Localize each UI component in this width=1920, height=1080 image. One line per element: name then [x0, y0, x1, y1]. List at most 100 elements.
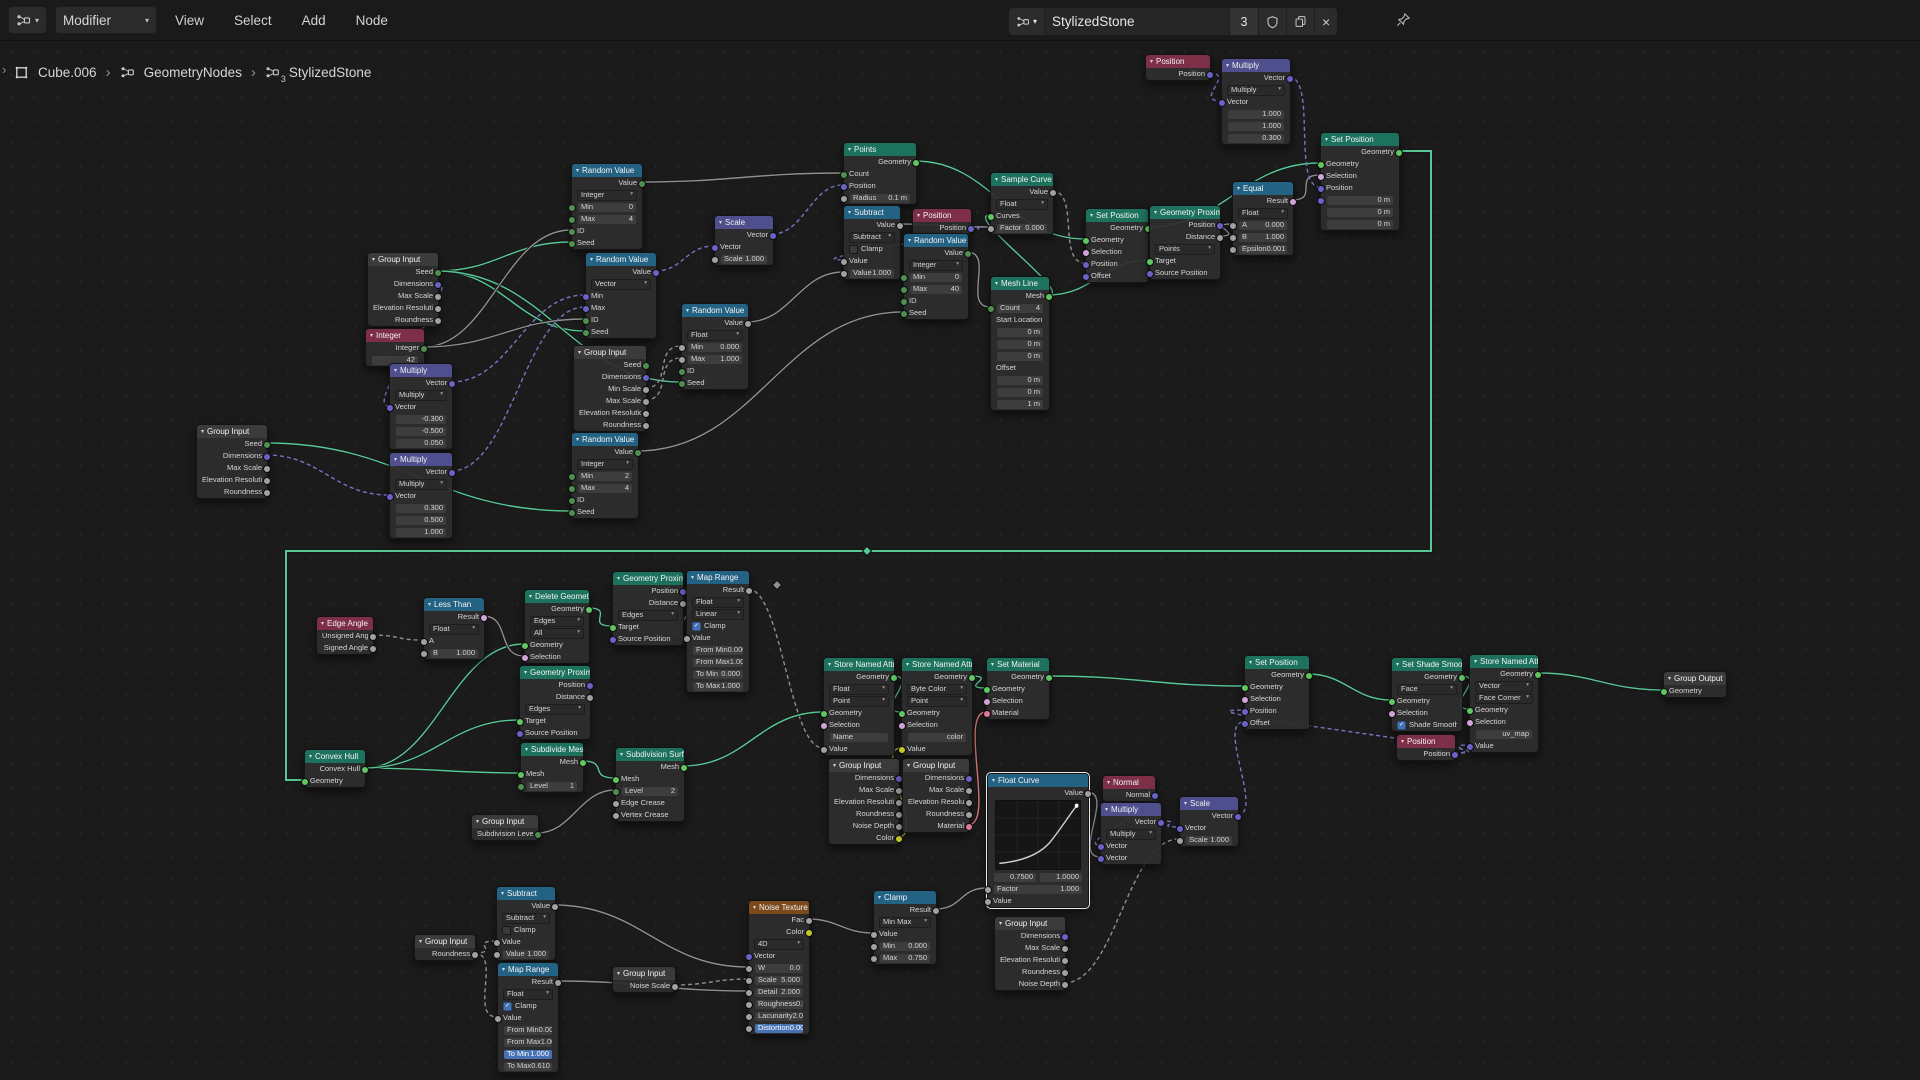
- node-header[interactable]: ▾Scale: [715, 216, 773, 229]
- input-socket[interactable]: [1097, 855, 1105, 863]
- output-socket[interactable]: [448, 469, 456, 477]
- dropdown[interactable]: Multiply▾: [1222, 84, 1290, 96]
- output-socket[interactable]: [642, 386, 650, 394]
- node-header[interactable]: ▾Points: [844, 143, 916, 156]
- input-socket[interactable]: [745, 1001, 753, 1009]
- input-socket[interactable]: [386, 404, 394, 412]
- value-field[interactable]: To Min0.000: [687, 668, 749, 680]
- value-field[interactable]: 0 m: [1321, 194, 1399, 206]
- collapse-icon[interactable]: ▾: [1474, 659, 1477, 665]
- node-header[interactable]: ▾Multiply: [1222, 59, 1290, 72]
- input-socket[interactable]: [1229, 222, 1237, 230]
- node-header[interactable]: ▾Group Input: [368, 253, 438, 266]
- node-header[interactable]: ▾Position: [913, 209, 971, 222]
- collapse-icon[interactable]: ▾: [1401, 739, 1404, 745]
- dropdown[interactable]: Float▾: [424, 623, 484, 635]
- input-socket[interactable]: [987, 225, 995, 233]
- node-rv1[interactable]: ▾Random ValueValueInteger▾Min0Max4IDSeed: [571, 163, 643, 250]
- value-field[interactable]: Max4: [572, 482, 638, 494]
- users-count-button[interactable]: 3: [1230, 8, 1259, 35]
- output-socket[interactable]: [263, 441, 271, 449]
- dropdown[interactable]: Linear▾: [687, 608, 749, 620]
- checkbox[interactable]: Clamp: [844, 243, 900, 255]
- value-field[interactable]: 1.000: [1222, 108, 1290, 120]
- value-field[interactable]: Lacunarity2.000: [749, 1010, 809, 1022]
- node-ss1[interactable]: ▾Subdivision SurfaceMeshMeshLevel2Edge C…: [615, 747, 685, 822]
- output-socket[interactable]: [263, 477, 271, 485]
- input-socket[interactable]: [1176, 825, 1184, 833]
- input-socket[interactable]: [568, 485, 576, 493]
- collapse-icon[interactable]: ▾: [1325, 137, 1328, 143]
- output-socket[interactable]: [554, 979, 562, 987]
- output-socket[interactable]: [967, 225, 975, 233]
- input-socket[interactable]: [840, 195, 848, 203]
- node-gi8[interactable]: ▾Group InputRoundness: [414, 934, 476, 961]
- collapse-icon[interactable]: ▾: [995, 177, 998, 183]
- value-field[interactable]: 0.300: [1222, 132, 1290, 144]
- node-header[interactable]: ▾Set Position: [1086, 209, 1148, 222]
- output-socket[interactable]: [642, 362, 650, 370]
- collapse-icon[interactable]: ▾: [617, 576, 620, 582]
- value-field[interactable]: From Min0.000: [687, 644, 749, 656]
- output-socket[interactable]: [964, 250, 972, 258]
- collapse-icon[interactable]: ▾: [476, 819, 479, 825]
- node-gi4[interactable]: ▾Group InputSubdivision Level: [471, 814, 539, 841]
- collapse-icon[interactable]: ▾: [848, 147, 851, 153]
- input-socket[interactable]: [678, 368, 686, 376]
- input-socket[interactable]: [840, 183, 848, 191]
- output-socket[interactable]: [968, 674, 976, 682]
- node-sp3[interactable]: ▾Set PositionGeometryGeometrySelectionPo…: [1244, 655, 1310, 730]
- node-header[interactable]: ▾Clamp: [874, 891, 936, 904]
- input-socket[interactable]: [987, 213, 995, 221]
- node-m2[interactable]: ▾MultiplyVectorMultiply▾Vector-0.300-0.5…: [389, 363, 453, 450]
- dropdown[interactable]: Min Max▾: [874, 916, 936, 928]
- output-socket[interactable]: [1216, 234, 1224, 242]
- input-socket[interactable]: [1176, 837, 1184, 845]
- dropdown[interactable]: Multiply▾: [1101, 828, 1161, 840]
- node-smat[interactable]: ▾Set MaterialGeometryGeometrySelectionMa…: [986, 657, 1050, 720]
- node-sn2[interactable]: ▾Store Named AttributeGeometryByte Color…: [901, 657, 973, 756]
- value-field[interactable]: Scale1.000: [715, 253, 773, 265]
- input-socket[interactable]: [1466, 743, 1474, 751]
- collapse-icon[interactable]: ▾: [1090, 213, 1093, 219]
- pin-button[interactable]: [1396, 12, 1411, 27]
- menu-select[interactable]: Select: [234, 13, 272, 28]
- output-socket[interactable]: [585, 606, 593, 614]
- value-field[interactable]: 0 m: [991, 326, 1049, 338]
- output-socket[interactable]: [434, 305, 442, 313]
- collapse-icon[interactable]: ▾: [419, 939, 422, 945]
- input-socket[interactable]: [1097, 843, 1105, 851]
- node-header[interactable]: ▾Store Named Attribute: [902, 658, 972, 671]
- tree-name-field[interactable]: StylizedStone: [1045, 8, 1230, 35]
- node-rv3[interactable]: ▾Random ValueValueFloat▾Min0.000Max1.000…: [681, 303, 749, 390]
- value-field[interactable]: Roughness0.500: [749, 998, 809, 1010]
- output-socket[interactable]: [586, 682, 594, 690]
- collapse-icon[interactable]: ▾: [309, 754, 312, 760]
- node-p1[interactable]: ▾PositionPosition: [1145, 54, 1211, 81]
- output-socket[interactable]: [744, 320, 752, 328]
- input-socket[interactable]: [609, 636, 617, 644]
- node-header[interactable]: ▾Set Shade Smooth: [1392, 658, 1462, 671]
- node-header[interactable]: ▾Random Value: [586, 253, 656, 266]
- output-socket[interactable]: [263, 489, 271, 497]
- collapse-icon[interactable]: ▾: [992, 778, 995, 784]
- value-field[interactable]: Min2: [572, 470, 638, 482]
- input-socket[interactable]: [517, 783, 525, 791]
- checkbox[interactable]: ✓Clamp: [498, 1000, 558, 1012]
- collapse-icon[interactable]: ▾: [370, 333, 373, 339]
- point-coords[interactable]: 0.75001.0000: [988, 871, 1088, 883]
- collapse-icon[interactable]: ▾: [394, 368, 397, 374]
- output-socket[interactable]: [671, 983, 679, 991]
- value-field[interactable]: Detail2.000: [749, 986, 809, 998]
- input-socket[interactable]: [301, 778, 309, 786]
- input-socket[interactable]: [1317, 185, 1325, 193]
- dropdown[interactable]: Integer▾: [572, 458, 638, 470]
- input-socket[interactable]: [678, 344, 686, 352]
- node-mr1[interactable]: ▾Map RangeResultFloat▾Linear▾✓ClampValue…: [686, 570, 750, 693]
- value-field[interactable]: Max40: [904, 283, 968, 295]
- node-header[interactable]: ▾Group Input: [574, 346, 646, 359]
- output-socket[interactable]: [805, 917, 813, 925]
- input-socket[interactable]: [568, 216, 576, 224]
- node-header[interactable]: ▾Random Value: [904, 234, 968, 247]
- node-header[interactable]: ▾Subtract: [844, 206, 900, 219]
